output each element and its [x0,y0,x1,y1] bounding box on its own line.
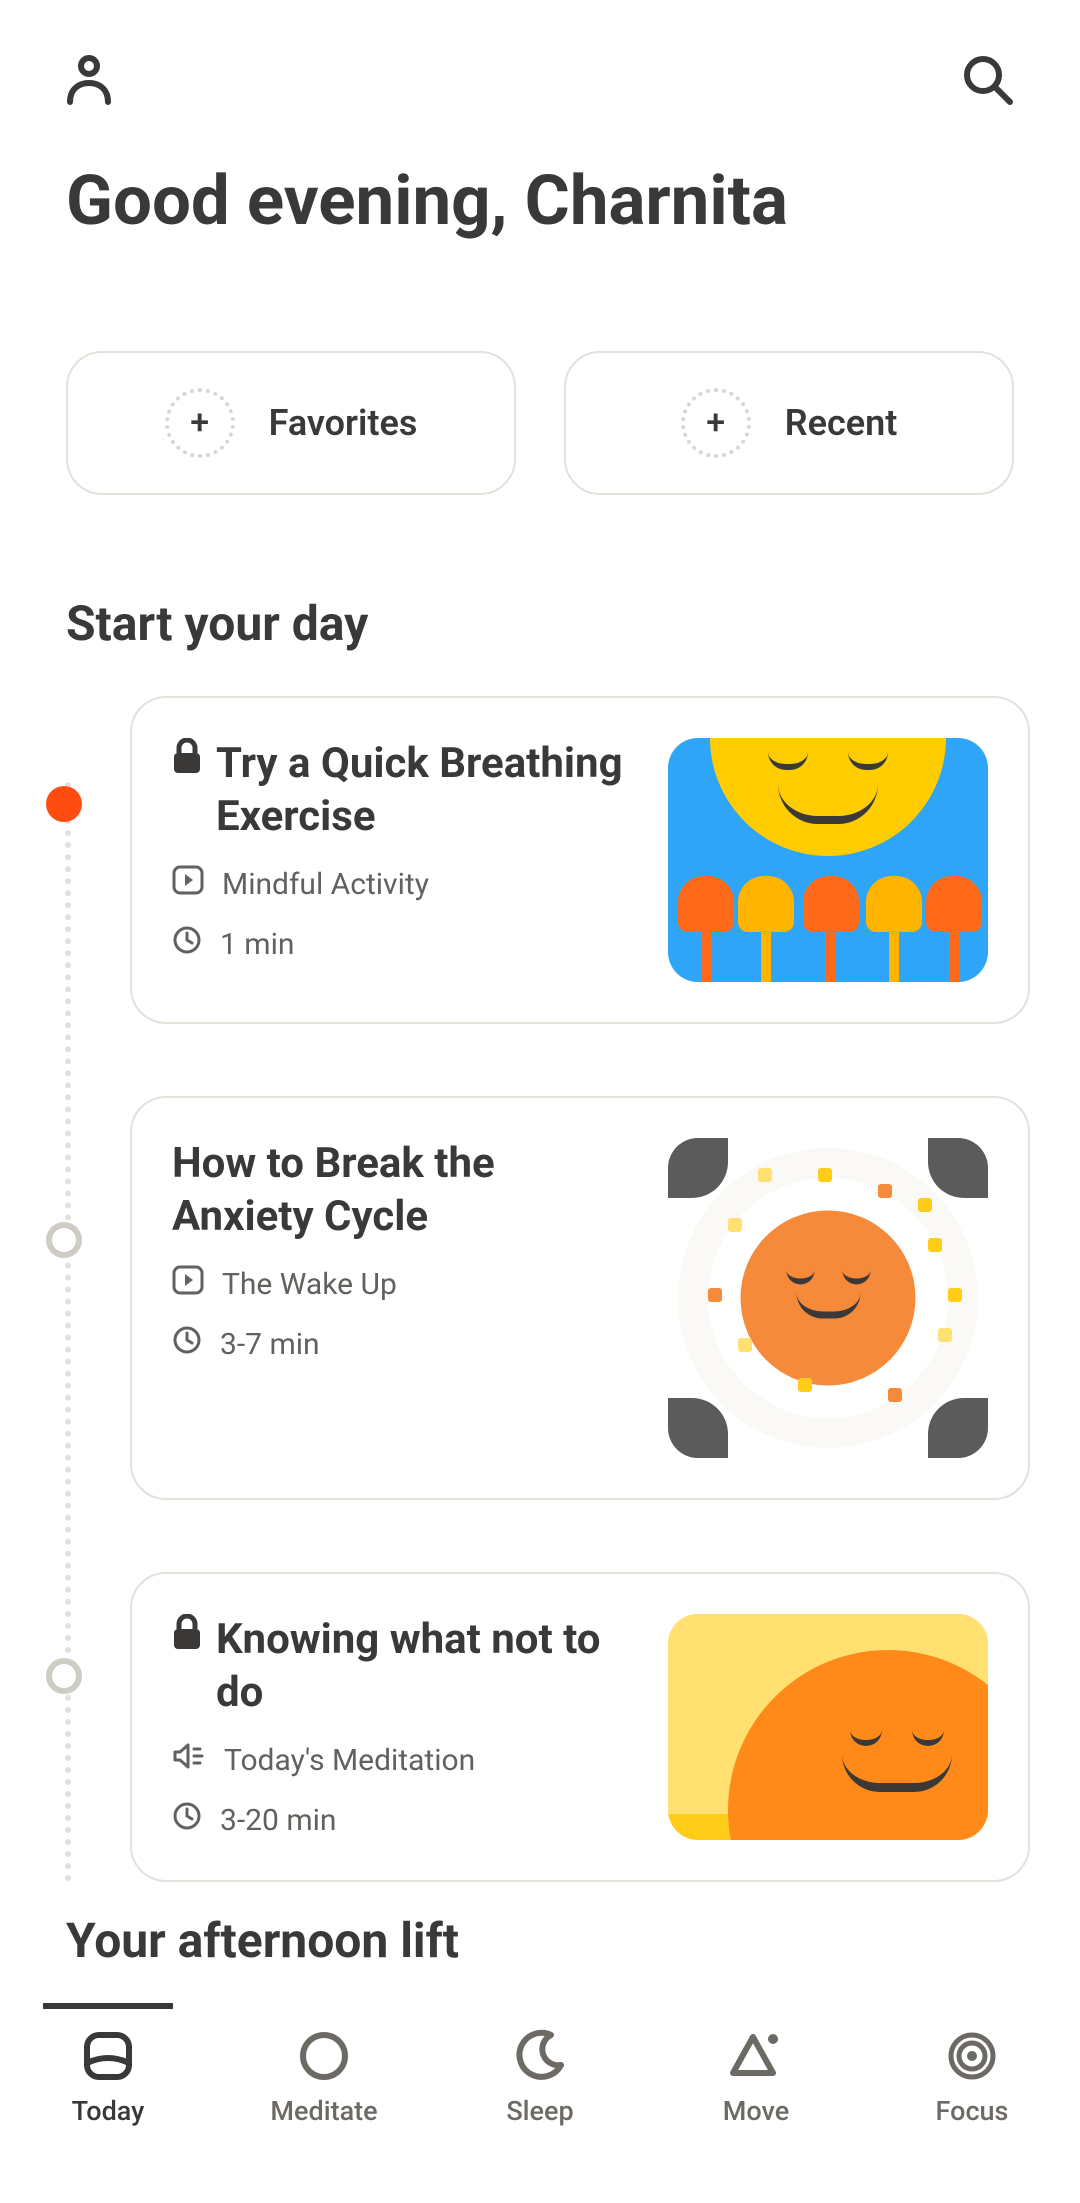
nav-label: Move [723,2095,789,2127]
card-title-text: Knowing what not to do [216,1614,638,1719]
card-title-text: How to Break the Anxiety Cycle [172,1138,638,1243]
card-illustration [668,1614,988,1840]
timeline-dot [46,1658,82,1694]
plus-icon: + [165,388,235,458]
nav-label: Meditate [270,2095,377,2127]
recent-label: Recent [785,402,898,444]
nav-label: Today [72,2095,145,2127]
card-illustration [668,738,988,982]
profile-icon[interactable] [66,55,112,109]
card-type-label: Mindful Activity [222,867,429,902]
timeline-line [65,782,71,1882]
recent-button[interactable]: + Recent [564,351,1014,495]
card-duration: 3-20 min [220,1803,336,1838]
clock-icon [172,1325,202,1363]
section-start-your-day: Start your day [0,495,1080,652]
nav-label: Sleep [506,2095,573,2127]
clock-icon [172,1801,202,1839]
search-icon[interactable] [962,54,1014,110]
play-icon [172,1265,204,1303]
card-duration: 1 min [220,927,294,962]
card-title-text: Try a Quick Breathing Exercise [216,738,638,843]
audio-icon [172,1741,206,1779]
activity-card-meditation[interactable]: Knowing what not to do Today's Meditatio… [130,1572,1030,1882]
lock-icon [172,1614,202,1650]
play-icon [172,865,204,903]
bottom-nav: Today Meditate Sleep Move Focus [0,2003,1080,2203]
lock-icon [172,738,202,774]
timeline-dot-active [46,786,82,822]
nav-today[interactable]: Today [0,2029,216,2203]
card-type-label: The Wake Up [222,1267,397,1302]
nav-label: Focus [936,2095,1009,2127]
favorites-button[interactable]: + Favorites [66,351,516,495]
card-illustration [668,1138,988,1458]
timeline-dot [46,1222,82,1258]
nav-sleep[interactable]: Sleep [432,2029,648,2203]
activity-card-anxiety[interactable]: How to Break the Anxiety Cycle The Wake … [130,1096,1030,1500]
activity-card-breathing[interactable]: Try a Quick Breathing Exercise Mindful A… [130,696,1030,1024]
nav-focus[interactable]: Focus [864,2029,1080,2203]
greeting-text: Good evening, Charnita [0,130,1080,241]
nav-meditate[interactable]: Meditate [216,2029,432,2203]
favorites-label: Favorites [269,402,418,444]
clock-icon [172,925,202,963]
plus-icon: + [681,388,751,458]
section-afternoon-lift: Your afternoon lift [0,1882,1080,1969]
card-type-label: Today's Meditation [224,1743,475,1778]
nav-move[interactable]: Move [648,2029,864,2203]
card-duration: 3-7 min [220,1327,320,1362]
